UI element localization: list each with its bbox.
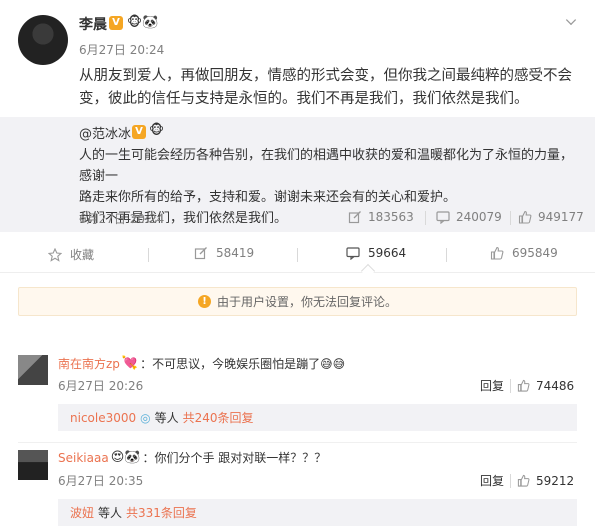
comment-time: 6月27日 20:26 bbox=[58, 379, 144, 393]
repost-author-emoji: 🐵 bbox=[149, 123, 165, 138]
comment-reply-button[interactable]: 回复 bbox=[480, 377, 504, 394]
comment-text: ：你们分个手 跟对对联一样？？？ bbox=[142, 451, 327, 465]
comment-icon bbox=[436, 211, 450, 224]
avatar[interactable] bbox=[18, 15, 68, 65]
comment-like-count: 59212 bbox=[536, 473, 575, 488]
comment-author-emoji: 💘 bbox=[121, 355, 139, 371]
comment-actions: 回复 74486 bbox=[480, 377, 574, 394]
comment-button[interactable]: 59664 bbox=[346, 246, 406, 260]
comment-avatar[interactable] bbox=[18, 450, 48, 480]
like-count: 695849 bbox=[512, 246, 558, 260]
repost-author[interactable]: @范冰冰 bbox=[79, 123, 131, 142]
repost-comment-count: 240079 bbox=[456, 210, 502, 224]
like-icon bbox=[518, 210, 532, 224]
repost-text-line-2: 路走来你所有的给予，支持和爱。谢谢未来还会有的关心和爱护。 bbox=[79, 190, 457, 205]
sub-replies-summary[interactable]: nicole3000 ◎ 等人 共240条回复 bbox=[58, 404, 577, 431]
repost-forward-stat[interactable]: 183563 bbox=[348, 210, 414, 224]
edit-icon bbox=[348, 211, 361, 224]
favorite-button[interactable]: 收藏 bbox=[48, 246, 94, 263]
comment-actions: 回复 59212 bbox=[480, 472, 574, 489]
verified-v-icon: V bbox=[132, 125, 146, 139]
repost-forward-count: 183563 bbox=[368, 210, 414, 224]
notice-text: 由于用户设置，你无法回复评论。 bbox=[216, 295, 397, 309]
comment-author[interactable]: 南在南方zp bbox=[58, 355, 120, 372]
comment-like-count: 74486 bbox=[536, 378, 575, 393]
repost-text-line-1: 人的一生可能会经历各种告别，在我们的相遇中收获的爱和温暖都化为了永恒的力量，感谢… bbox=[79, 148, 574, 184]
repost-time[interactable]: 6月27日 20:24 bbox=[79, 210, 164, 227]
repost-like-stat[interactable]: 949177 bbox=[518, 210, 584, 224]
comment-reply-button[interactable]: 回复 bbox=[480, 472, 504, 489]
sub-reply-author[interactable]: 波妞 bbox=[70, 504, 94, 521]
sub-reply-count[interactable]: 共331条回复 bbox=[126, 504, 197, 521]
sub-reply-count[interactable]: 共240条回复 bbox=[183, 409, 254, 426]
notice-icon: ! bbox=[197, 295, 211, 308]
forward-button[interactable]: 58419 bbox=[194, 246, 254, 260]
stat-divider bbox=[510, 211, 511, 225]
like-icon bbox=[490, 246, 504, 260]
comment-time: 6月27日 20:35 bbox=[58, 474, 144, 488]
like-icon[interactable] bbox=[517, 379, 530, 392]
comment-icon bbox=[346, 247, 360, 260]
comment-header: 南在南方zp 💘 ：不可思议，今晚娱乐圈怕是蹦了😅😅 bbox=[58, 355, 345, 372]
forward-count: 58419 bbox=[216, 246, 255, 260]
sub-reply-badge-icon: ◎ bbox=[140, 410, 151, 425]
comment-count: 59664 bbox=[368, 246, 407, 260]
action-divider bbox=[446, 248, 447, 262]
repost-like-count: 949177 bbox=[538, 210, 584, 224]
reply-disabled-notice: ! 由于用户设置，你无法回复评论。 bbox=[18, 287, 577, 316]
comment-action-divider bbox=[510, 378, 512, 393]
comment-text: ：不可思议，今晚娱乐圈怕是蹦了😅😅 bbox=[140, 357, 346, 371]
favorite-label: 收藏 bbox=[70, 248, 95, 262]
repost-comment-stat[interactable]: 240079 bbox=[436, 210, 502, 224]
user-emoji-badges: 🐵🐼 bbox=[127, 15, 159, 30]
sub-reply-text: 等人 bbox=[98, 506, 123, 520]
like-icon[interactable] bbox=[517, 474, 530, 487]
sub-reply-text: 等人 bbox=[154, 411, 179, 425]
comment-divider bbox=[18, 442, 577, 443]
post-username[interactable]: 李晨 bbox=[79, 14, 107, 34]
action-divider bbox=[297, 248, 298, 262]
comment-header: Seikiaaa 😍🐼 ：你们分个手 跟对对联一样？？？ bbox=[58, 449, 326, 466]
chevron-down-icon[interactable] bbox=[565, 14, 577, 26]
star-icon bbox=[48, 247, 62, 262]
like-button[interactable]: 695849 bbox=[490, 246, 558, 260]
repost-author-name[interactable]: @范冰冰 bbox=[79, 127, 131, 142]
forward-icon bbox=[194, 247, 207, 260]
sub-replies-summary[interactable]: 波妞 等人 共331条回复 bbox=[58, 499, 577, 526]
post-text: 从朋友到爱人，再做回朋友，情感的形式会变，但你我之间最纯粹的感受不会变，彼此的信… bbox=[79, 68, 572, 107]
stat-divider bbox=[425, 211, 426, 225]
action-divider bbox=[148, 248, 149, 262]
comment-author-emoji: 😍🐼 bbox=[110, 449, 141, 465]
sub-reply-author[interactable]: nicole3000 bbox=[70, 411, 136, 425]
comment-action-divider bbox=[510, 473, 512, 488]
verified-v-icon: V bbox=[109, 16, 123, 30]
comment-avatar[interactable] bbox=[18, 355, 48, 385]
comment-author[interactable]: Seikiaaa bbox=[58, 451, 109, 465]
post-time[interactable]: 6月27日 20:24 bbox=[79, 41, 164, 58]
